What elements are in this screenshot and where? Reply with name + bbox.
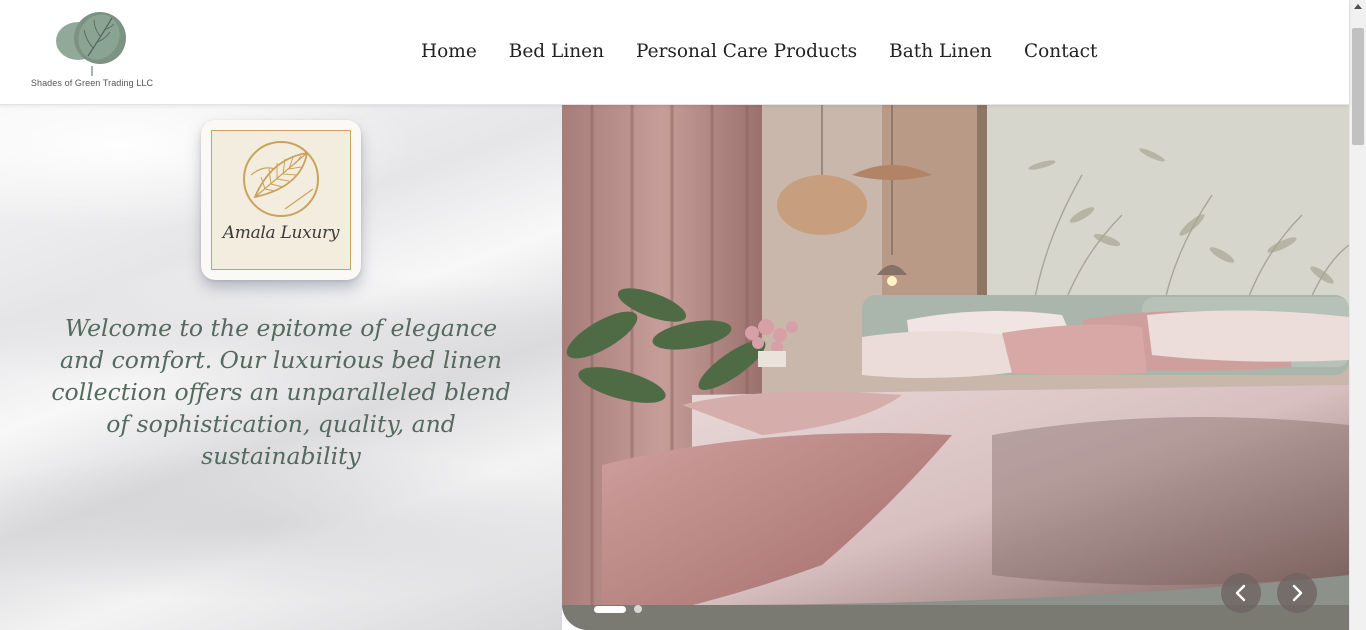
slider-next-button[interactable]: [1277, 573, 1317, 613]
site-header: Shades of Green Trading LLC Home Bed Lin…: [0, 0, 1349, 105]
main-nav: Home Bed Linen Personal Care Products Ba…: [405, 36, 1113, 68]
scroll-up-arrow-icon[interactable]: [1354, 4, 1362, 9]
brand-logo-card: Amala Luxury: [201, 120, 361, 280]
hero-intro: Amala Luxury Welcome to the epitome of e…: [0, 105, 562, 630]
chevron-right-icon: [1292, 584, 1303, 602]
hero-image-slider[interactable]: [562, 105, 1349, 630]
scrollbar-thumb[interactable]: [1352, 28, 1364, 145]
company-logo[interactable]: Shades of Green Trading LLC: [30, 10, 154, 92]
slide-indicator-1[interactable]: [594, 605, 626, 613]
bedroom-slide-image: [562, 105, 1349, 630]
nav-bed-linen[interactable]: Bed Linen: [493, 36, 620, 68]
slide-indicator-2[interactable]: [634, 605, 642, 613]
hero-tagline: Welcome to the epitome of elegance and c…: [51, 314, 511, 470]
company-name: Shades of Green Trading LLC: [30, 78, 154, 88]
slider-pagination: [594, 605, 642, 613]
brand-logo: Amala Luxury: [211, 130, 351, 270]
leaf-logo-icon: [56, 12, 126, 76]
nav-bath-linen[interactable]: Bath Linen: [873, 36, 1008, 68]
chevron-left-icon: [1235, 584, 1246, 602]
slider-prev-button[interactable]: [1221, 573, 1261, 613]
nav-home[interactable]: Home: [405, 36, 493, 68]
nav-personal-care-products[interactable]: Personal Care Products: [620, 36, 873, 68]
page-scrollbar[interactable]: [1349, 0, 1366, 630]
nav-contact[interactable]: Contact: [1008, 36, 1113, 68]
brand-name: Amala Luxury: [222, 223, 340, 243]
gold-leaf-emblem-icon: [243, 141, 319, 217]
